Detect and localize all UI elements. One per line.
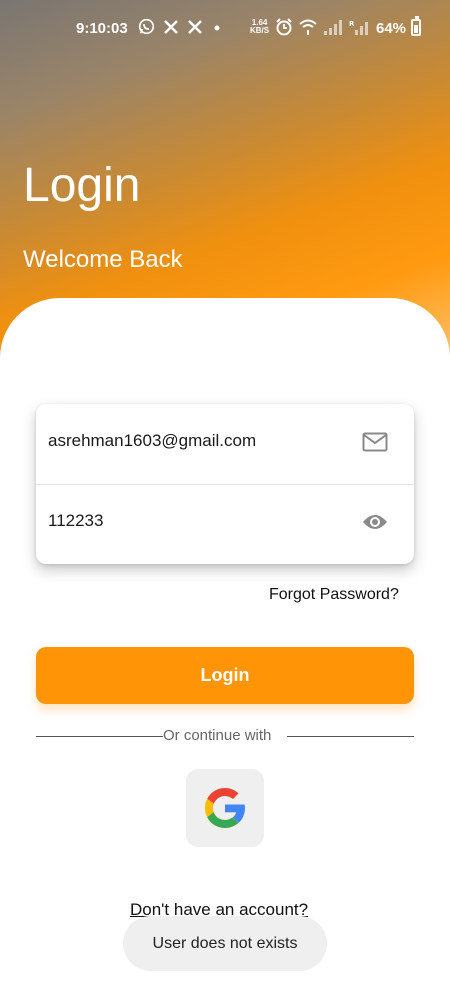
page-title: Login [23, 159, 141, 212]
email-value: asrehman1603@gmail.com [48, 431, 257, 450]
alarm-icon [276, 18, 292, 36]
system-icons: 1.64 KB/S R [250, 18, 371, 36]
divider-left [36, 736, 163, 737]
google-icon [205, 788, 245, 828]
credentials-box: asrehman1603@gmail.com 112233 [36, 404, 414, 564]
x-icon [188, 19, 202, 34]
wifi-icon [299, 19, 317, 35]
x-icon [164, 19, 178, 34]
login-button[interactable]: Login [36, 647, 414, 704]
password-field[interactable]: 112233 [36, 484, 414, 564]
network-speed-unit: KB/S [250, 26, 270, 35]
toast-message: User does not exists [123, 916, 327, 971]
status-bar: 9:10:03 1.64 KB/S R 64% [0, 0, 450, 58]
notification-icons [138, 18, 223, 35]
signal-icon [324, 20, 343, 35]
network-speed: 1.64 KB/S [250, 19, 269, 35]
eye-icon[interactable] [362, 512, 388, 537]
page-subtitle: Welcome Back [23, 246, 183, 273]
divider-right [287, 736, 414, 737]
svg-text:R: R [349, 20, 355, 28]
password-value: 112233 [48, 511, 104, 530]
mail-icon [362, 432, 388, 457]
roaming-signal-icon: R [349, 20, 369, 35]
forgot-password-link[interactable]: Forgot Password? [269, 586, 399, 604]
email-field[interactable]: asrehman1603@gmail.com [36, 404, 414, 485]
status-time: 9:10:03 [76, 20, 128, 37]
dot-icon [214, 25, 220, 30]
battery-percent: 64% [376, 20, 407, 37]
divider-label: Or continue with [163, 727, 272, 744]
google-signin-button[interactable] [186, 769, 264, 847]
battery-icon [411, 16, 421, 36]
whatsapp-icon [138, 18, 155, 35]
